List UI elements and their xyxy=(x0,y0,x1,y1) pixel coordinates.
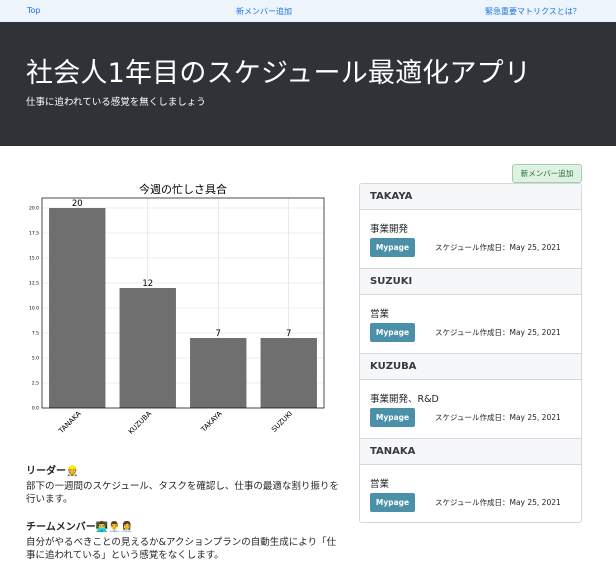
member-dept: 事業開発 xyxy=(370,224,409,235)
mypage-button[interactable]: Mypage xyxy=(370,493,415,512)
y-tick-label: 0.0 xyxy=(32,406,39,412)
schedule-created-date: スケジュール作成日：May 25, 2021 xyxy=(435,328,561,337)
page-title: 社会人1年目のスケジュール最適化アプリ xyxy=(26,58,532,89)
bar-value-label: 7 xyxy=(286,329,291,339)
y-tick-label: 7.5 xyxy=(32,331,39,337)
mypage-button[interactable]: Mypage xyxy=(370,323,415,342)
leader-heading: リーダー👷 xyxy=(26,462,341,477)
member-name: KUZUBA xyxy=(370,361,417,372)
x-tick-label: TAKAYA xyxy=(199,410,224,435)
member-card-header: TANAKA xyxy=(360,439,581,465)
member-card-header: SUZUKI xyxy=(360,269,581,295)
bar-value-label: 7 xyxy=(216,329,221,339)
y-tick-label: 2.5 xyxy=(32,381,39,387)
member-card: SUZUKI 営業 Mypage スケジュール作成日：May 25, 2021 xyxy=(360,269,581,354)
member-dept: 営業 xyxy=(370,479,390,490)
y-tick-label: 20.0 xyxy=(29,206,39,212)
member-card: TAKAYA 事業開発 Mypage スケジュール作成日：May 25, 202… xyxy=(360,184,581,269)
bar-chart-svg: 今週の忙しさ具合 0.0 2.5 5.0 7.5 10.0 12.5 15.0 17.5 20.0… xyxy=(29,182,325,436)
member-name: TAKAYA xyxy=(370,191,413,202)
schedule-created-date: スケジュール作成日：May 25, 2021 xyxy=(435,243,561,252)
member-card-list: TAKAYA 事業開発 Mypage スケジュール作成日：May 25, 202… xyxy=(359,183,582,523)
bar-value-label: 20 xyxy=(72,199,83,209)
team-section: チームメンバー👨‍💻👨‍💼👩‍💼 自分がやるべきことの見えるか&アクションプラン… xyxy=(26,518,341,562)
team-heading: チームメンバー👨‍💻👨‍💼👩‍💼 xyxy=(26,518,341,533)
schedule-created-date: スケジュール作成日：May 25, 2021 xyxy=(435,413,561,422)
hero-banner: 社会人1年目のスケジュール最適化アプリ 仕事に追われている感覚を無くしましょう xyxy=(0,22,616,146)
bar xyxy=(260,338,317,408)
leader-emoji-icon: 👷 xyxy=(66,466,79,477)
team-description: 自分がやるべきことの見えるか&アクションプランの自動生成により「仕事に追われてい… xyxy=(26,537,337,561)
leader-heading-text: リーダー xyxy=(26,466,66,477)
bar xyxy=(190,338,247,408)
member-card-header: KUZUBA xyxy=(360,354,581,380)
y-tick-label: 15.0 xyxy=(29,256,39,262)
mypage-button[interactable]: Mypage xyxy=(370,238,415,257)
member-name: SUZUKI xyxy=(370,276,413,287)
team-heading-text: チームメンバー xyxy=(26,522,96,533)
leader-description: 部下の一週間のスケジュール、タスクを確認し、仕事の最適な割り振りを行います。 xyxy=(26,481,339,505)
member-card: TANAKA 営業 Mypage スケジュール作成日：May 25, 2021 xyxy=(360,439,581,524)
nav-top-link[interactable]: Top xyxy=(27,6,41,15)
y-tick-label: 10.0 xyxy=(29,306,39,312)
page-subtitle: 仕事に追われている感覚を無くしましょう xyxy=(26,97,206,108)
member-card: KUZUBA 事業開発、R&D Mypage スケジュール作成日：May 25,… xyxy=(360,354,581,439)
chart-title: 今週の忙しさ具合 xyxy=(139,182,227,196)
leader-section: リーダー👷 部下の一週間のスケジュール、タスクを確認し、仕事の最適な割り振りを行… xyxy=(26,462,341,506)
member-dept: 事業開発、R&D xyxy=(370,394,439,405)
x-tick-label: TANAKA xyxy=(57,410,83,436)
y-tick-label: 12.5 xyxy=(29,281,39,287)
mypage-button[interactable]: Mypage xyxy=(370,408,415,427)
nav-add-member-link[interactable]: 新メンバー追加 xyxy=(236,6,292,17)
bar xyxy=(119,288,176,408)
bar xyxy=(49,208,106,408)
member-dept: 営業 xyxy=(370,309,390,320)
add-member-button[interactable]: 新メンバー追加 xyxy=(512,164,582,183)
team-emoji-icon: 👨‍💻👨‍💼👩‍💼 xyxy=(95,522,134,533)
busyness-chart: 今週の忙しさ具合 0.0 2.5 5.0 7.5 10.0 12.5 15.0 17.5 20.0… xyxy=(22,182,328,444)
bar-value-label: 12 xyxy=(142,279,153,289)
member-card-header: TAKAYA xyxy=(360,184,581,210)
nav-matrix-link[interactable]: 緊急重要マトリクスとは？ xyxy=(485,6,581,17)
y-tick-label: 5.0 xyxy=(32,356,39,362)
x-tick-label: SUZUKI xyxy=(270,410,294,434)
member-name: TANAKA xyxy=(370,446,416,457)
x-tick-label: KUZUBA xyxy=(127,410,153,436)
y-tick-label: 17.5 xyxy=(29,231,39,237)
schedule-created-date: スケジュール作成日：May 25, 2021 xyxy=(435,498,561,507)
top-navbar: Top 新メンバー追加 緊急重要マトリクスとは？ xyxy=(0,0,616,22)
